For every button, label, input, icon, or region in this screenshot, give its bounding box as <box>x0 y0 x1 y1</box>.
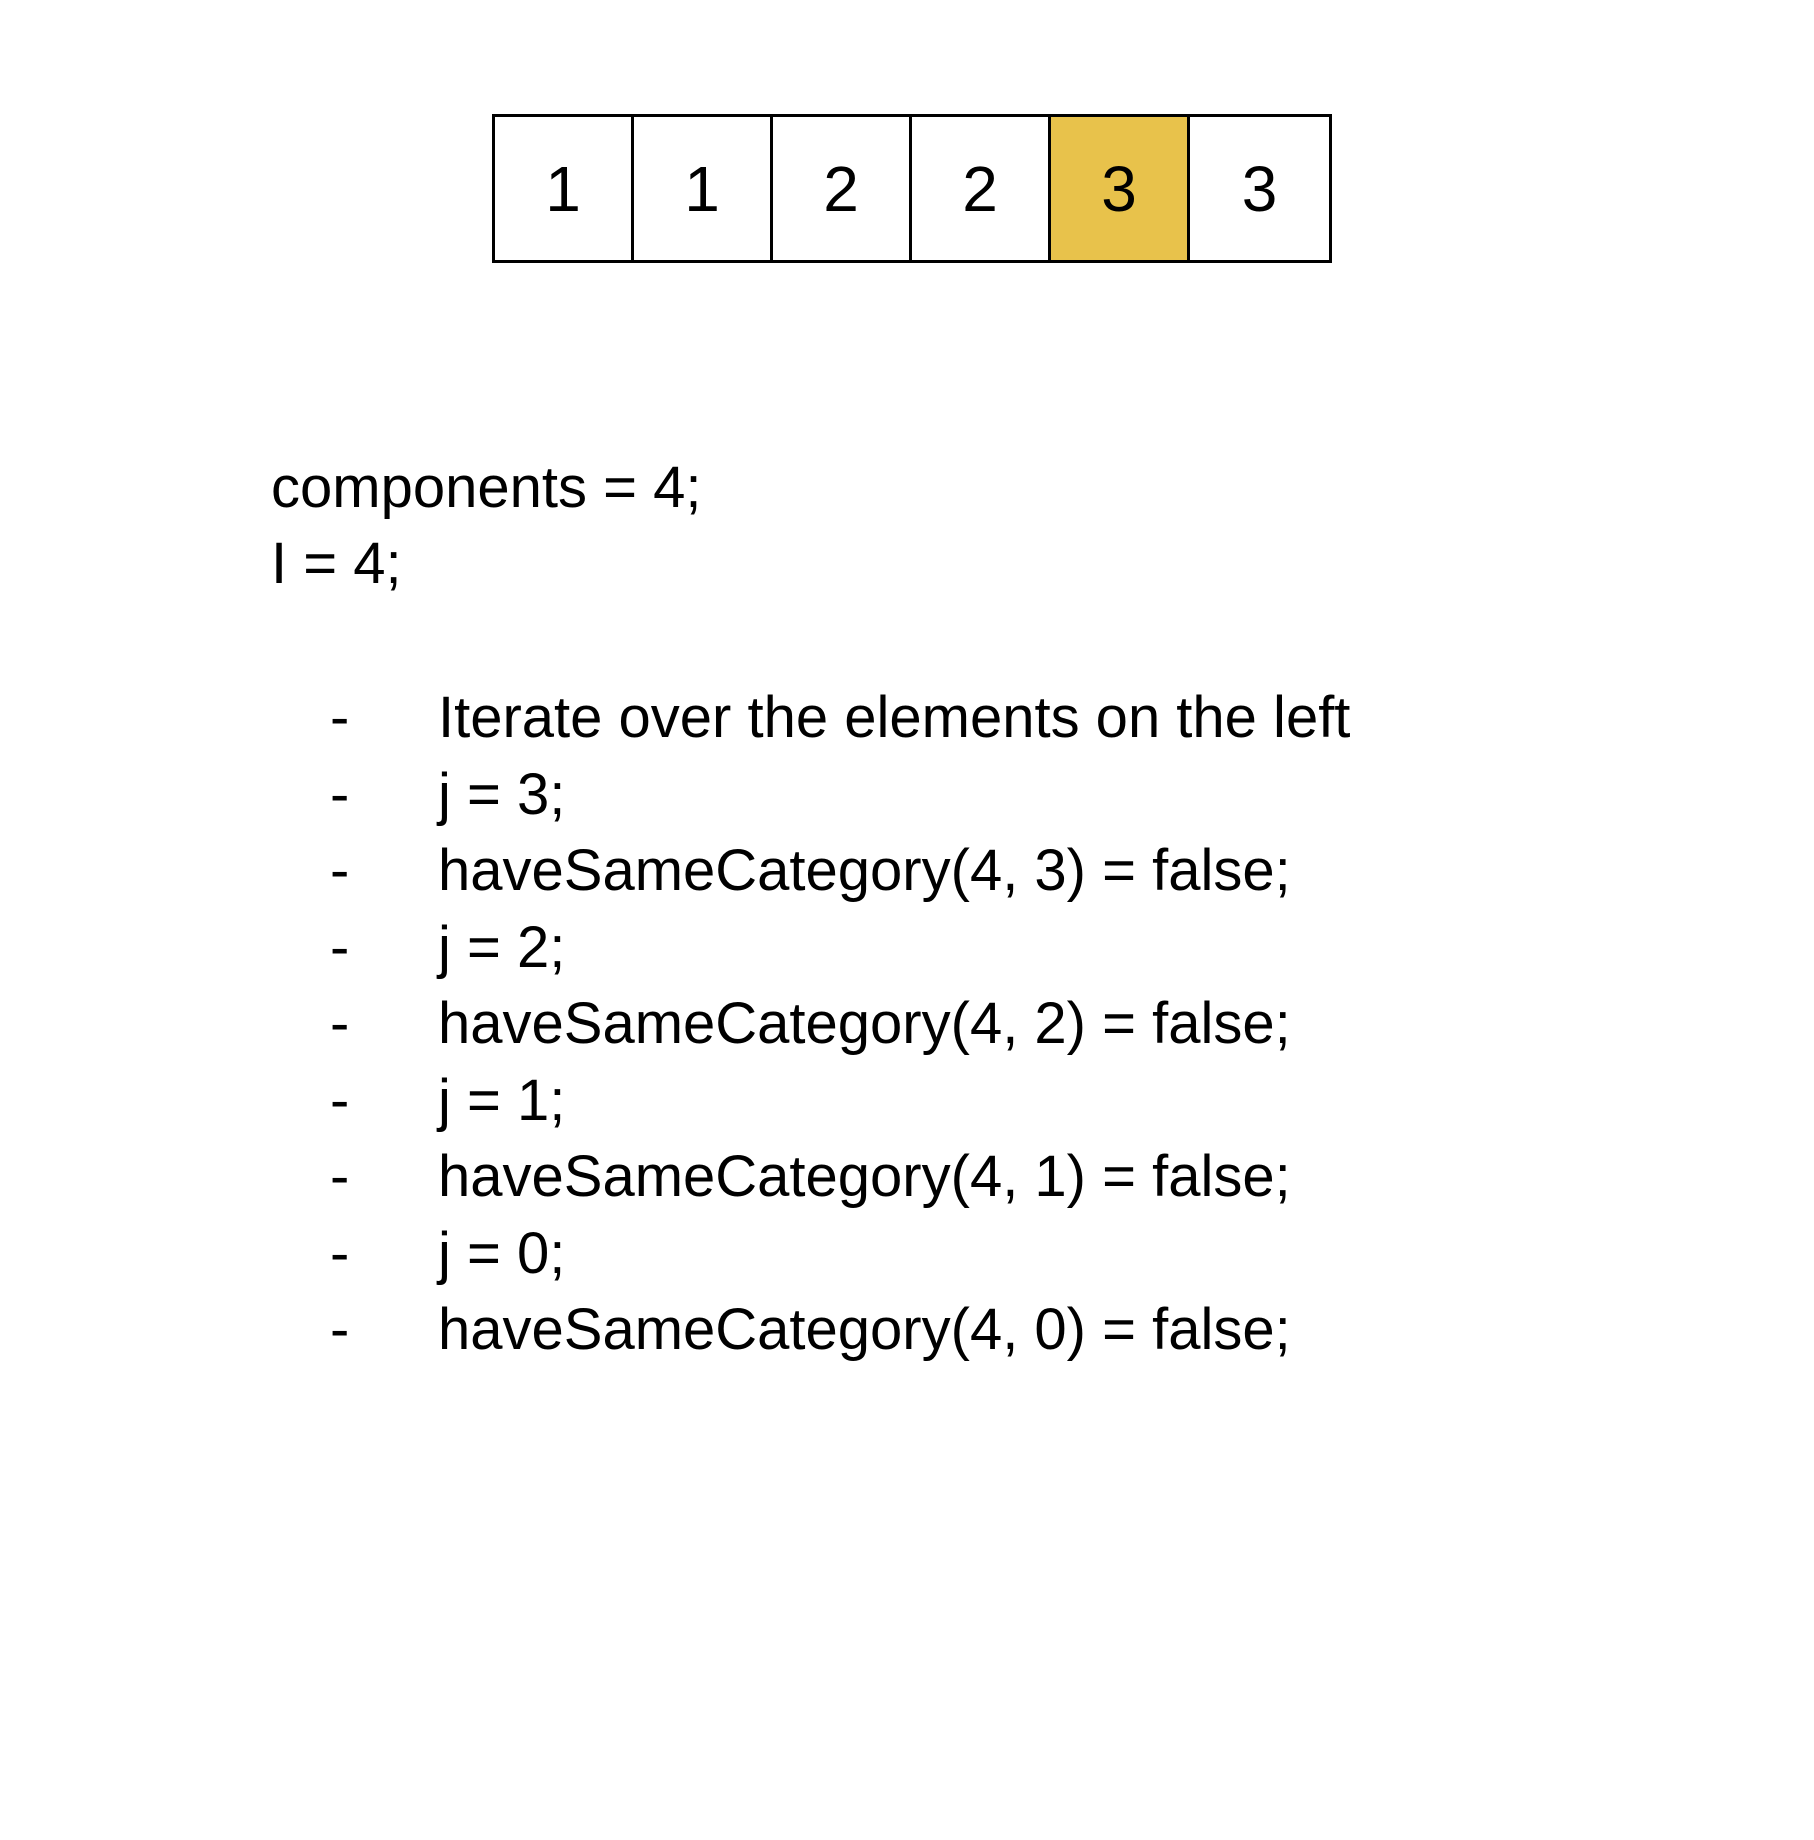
step-text: j = 1; <box>438 1067 566 1133</box>
step-text: haveSameCategory(4, 0) = false; <box>438 1297 1291 1362</box>
array-cell: 1 <box>495 117 634 260</box>
array-cell: 2 <box>773 117 912 260</box>
step-text: Iterate over the elements on the left <box>438 685 1351 750</box>
bullet-dash: - <box>330 685 350 750</box>
step-text: haveSameCategory(4, 3) = false; <box>438 838 1291 903</box>
array-cell: 3 <box>1190 117 1329 260</box>
step-item: - haveSameCategory(4, 3) = false; <box>330 833 1350 910</box>
bullet-dash: - <box>330 1144 350 1209</box>
array-cell-highlighted: 3 <box>1051 117 1190 260</box>
steps-list: - Iterate over the elements on the left … <box>330 680 1350 1369</box>
bullet-dash: - <box>330 1220 350 1286</box>
step-text: haveSameCategory(4, 2) = false; <box>438 991 1291 1056</box>
bullet-dash: - <box>330 1067 350 1133</box>
step-item: - j = 1; <box>330 1063 1350 1140</box>
bullet-dash: - <box>330 838 350 903</box>
step-item: - haveSameCategory(4, 0) = false; <box>330 1292 1350 1369</box>
array-cell: 1 <box>634 117 773 260</box>
step-text: j = 3; <box>438 761 566 827</box>
index-line: I = 4; <box>271 531 402 596</box>
bullet-dash: - <box>330 914 350 980</box>
variables-block: components = 4; I = 4; <box>271 450 701 602</box>
step-item: - j = 0; <box>330 1216 1350 1293</box>
step-item: - haveSameCategory(4, 2) = false; <box>330 986 1350 1063</box>
bullet-dash: - <box>330 991 350 1056</box>
step-item: - j = 3; <box>330 757 1350 834</box>
step-text: haveSameCategory(4, 1) = false; <box>438 1144 1291 1209</box>
step-item: - j = 2; <box>330 910 1350 987</box>
array-row: 1 1 2 2 3 3 <box>492 114 1332 263</box>
array-cell: 2 <box>912 117 1051 260</box>
step-item: - haveSameCategory(4, 1) = false; <box>330 1139 1350 1216</box>
bullet-dash: - <box>330 1297 350 1362</box>
step-text: j = 0; <box>438 1220 566 1286</box>
step-item: - Iterate over the elements on the left <box>330 680 1350 757</box>
bullet-dash: - <box>330 761 350 827</box>
step-text: j = 2; <box>438 914 566 980</box>
components-line: components = 4; <box>271 455 702 520</box>
